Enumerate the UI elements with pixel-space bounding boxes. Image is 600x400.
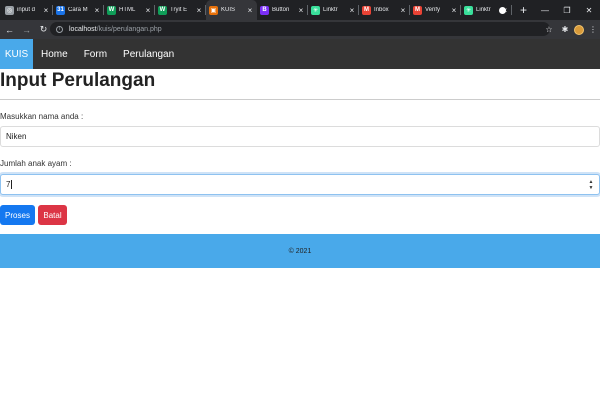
tab-favicon-icon: ✳ <box>311 5 320 15</box>
forward-icon[interactable]: → <box>19 22 34 37</box>
tab-favicon-icon: M <box>362 5 371 15</box>
name-input-value: Niken <box>6 132 27 141</box>
toolbar-actions: ☆ ✱ ⋮ <box>540 20 600 39</box>
browser-tab[interactable]: ▣ KUIS × <box>206 0 257 20</box>
browser-tab[interactable]: ✳Linktr × <box>308 0 359 20</box>
nav-link-form[interactable]: Form <box>76 39 115 69</box>
browser-tab[interactable]: B Button × <box>257 0 308 20</box>
site-info-icon[interactable]: i <box>56 25 63 33</box>
browser-tab-strip: ◎ input d × 31 Cara M × W HTML × W Tryit E × ▣ KUIS × B… <box>0 0 600 20</box>
count-number-input[interactable]: 7 ▲ ▼ <box>0 174 600 195</box>
footer-copyright: © 2021 <box>288 247 312 255</box>
browser-toolbar: ← → ↻ i localhost/kuis/perulangan.php ☆ … <box>0 20 600 39</box>
tab-close-icon[interactable]: × <box>195 6 203 15</box>
browser-tab[interactable]: M Verify × <box>410 0 461 20</box>
browser-tab[interactable]: W HTML × <box>104 0 155 20</box>
name-input[interactable]: Niken <box>0 126 600 147</box>
divider <box>0 99 600 100</box>
nav-link-home[interactable]: Home <box>33 39 76 69</box>
restore-icon[interactable]: ❐ <box>556 0 578 20</box>
bookmark-star-icon[interactable]: ☆ <box>542 23 556 37</box>
tab-close-icon[interactable]: × <box>246 6 254 15</box>
nav-link-perulangan[interactable]: Perulangan <box>115 39 182 69</box>
name-label: Masukkan nama anda : <box>0 112 84 121</box>
tab-favicon-icon: ✳ <box>464 5 473 15</box>
tab-title: Button <box>272 7 290 13</box>
tab-favicon-icon: ◎ <box>5 5 14 15</box>
proses-button[interactable]: Proses <box>0 205 35 225</box>
address-bar[interactable]: i localhost/kuis/perulangan.php <box>50 22 550 36</box>
recording-indicator-icon <box>499 6 506 14</box>
reload-icon[interactable]: ↻ <box>36 22 51 37</box>
tab-close-icon[interactable]: × <box>399 6 407 15</box>
tab-favicon-icon: 31 <box>56 5 65 15</box>
tab-favicon-icon: ▣ <box>209 5 218 15</box>
tab-close-icon[interactable]: × <box>297 6 305 15</box>
url-path: /kuis/perulangan.php <box>96 25 162 33</box>
tab-close-icon[interactable]: × <box>450 6 458 15</box>
tab-title: HTML <box>119 7 136 13</box>
site-navbar: KUIS Home Form Perulangan <box>0 39 600 69</box>
close-window-icon[interactable]: ✕ <box>578 0 600 20</box>
tab-title: Linktr <box>323 7 338 13</box>
batal-button[interactable]: Batal <box>38 205 67 225</box>
tab-title: Cara M <box>68 7 88 13</box>
tab-title: input d <box>17 7 36 13</box>
navbar-brand[interactable]: KUIS <box>0 39 33 69</box>
tab-favicon-icon: W <box>158 5 167 15</box>
tab-favicon-icon: B <box>260 5 269 15</box>
number-spinner-icon[interactable]: ▲ ▼ <box>587 179 595 191</box>
tab-title: Verify <box>425 7 441 13</box>
browser-tab[interactable]: W Tryit E × <box>155 0 206 20</box>
profile-avatar[interactable] <box>574 24 584 35</box>
window-controls: — ❐ ✕ <box>499 0 600 20</box>
tab-title: KUIS <box>221 7 236 13</box>
tab-title: Inbox <box>374 7 389 13</box>
count-input-value: 7 <box>6 180 11 189</box>
tab-list: ◎ input d × 31 Cara M × W HTML × W Tryit E × ▣ KUIS × B… <box>0 0 532 20</box>
tab-close-icon[interactable]: × <box>42 6 50 15</box>
tab-close-icon[interactable]: × <box>144 6 152 15</box>
menu-kebab-icon[interactable]: ⋮ <box>586 23 600 37</box>
tab-title: Tryit E <box>170 7 188 13</box>
tab-close-icon[interactable]: × <box>348 6 356 15</box>
url-host: localhost <box>69 25 97 33</box>
extensions-icon[interactable]: ✱ <box>558 23 572 37</box>
url-text: localhost/kuis/perulangan.php <box>69 26 162 33</box>
browser-tab[interactable]: 31 Cara M × <box>53 0 104 20</box>
browser-tab[interactable]: ◎ input d × <box>2 0 53 20</box>
page-title: Input Perulangan <box>0 70 156 91</box>
tab-title: Linktr <box>476 7 491 13</box>
browser-tab[interactable]: M Inbox × <box>359 0 410 20</box>
text-caret <box>11 180 13 189</box>
back-icon[interactable]: ← <box>2 22 17 37</box>
tab-favicon-icon: W <box>107 5 116 15</box>
tab-favicon-icon: M <box>413 5 422 15</box>
footer: © 2021 <box>0 234 600 268</box>
tab-close-icon[interactable]: × <box>93 6 101 15</box>
count-label: Jumlah anak ayam : <box>0 159 72 168</box>
minimize-icon[interactable]: — <box>534 0 556 20</box>
